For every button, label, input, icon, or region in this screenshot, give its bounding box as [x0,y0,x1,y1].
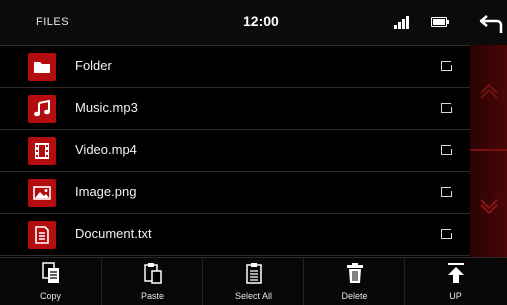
bottom-toolbar: Copy Paste Select All Delete UP [0,257,507,305]
select-checkbox[interactable] [441,61,452,71]
chevron-up-icon [480,83,498,99]
paste-label: Paste [140,291,164,301]
up-button[interactable]: UP [404,258,507,305]
chevron-down-icon [480,199,498,215]
app-title: FILES [36,16,70,28]
up-arrow-icon [448,263,464,283]
list-item[interactable]: Video.mp4 [0,130,470,172]
scroll-up-button[interactable] [470,45,507,149]
select-all-label: Select All [234,291,273,301]
delete-label: Delete [341,291,368,301]
list-item[interactable]: Image.png [0,172,470,214]
paste-button[interactable]: Paste [101,258,203,305]
select-checkbox[interactable] [441,145,452,155]
scroll-down-button[interactable] [470,151,507,255]
file-name: Document.txt [75,226,152,241]
scroll-panel [470,45,507,257]
film-icon [28,137,56,165]
delete-button[interactable]: Delete [303,258,405,305]
trash-icon [347,263,363,283]
image-icon [28,179,56,207]
copy-label: Copy [39,291,61,301]
copy-button[interactable]: Copy [0,258,101,305]
battery-icon [431,17,449,27]
signal-icon [394,15,412,29]
list-item[interactable]: Document.txt [0,214,470,256]
back-arrow-icon [479,15,503,33]
select-checkbox[interactable] [441,187,452,197]
file-name: Music.mp3 [75,100,138,115]
select-all-button[interactable]: Select All [202,258,304,305]
file-name: Image.png [75,184,137,199]
list-item[interactable]: Music.mp3 [0,88,470,130]
clock: 12:00 [243,13,279,29]
list-item[interactable]: Folder [0,45,470,88]
file-list: Folder Music.mp3 Video.mp4 Image.png Doc… [0,45,470,257]
up-label: UP [449,291,462,301]
music-note-icon [28,95,56,123]
document-icon [28,221,56,249]
folder-icon [28,53,56,81]
file-name: Video.mp4 [75,142,137,157]
copy-icon [42,262,59,283]
file-name: Folder [75,58,112,73]
back-button[interactable] [478,10,504,36]
status-bar: FILES 12:00 [0,0,507,45]
paste-icon [144,263,162,284]
select-checkbox[interactable] [441,229,452,239]
select-checkbox[interactable] [441,103,452,113]
clipboard-list-icon [246,263,262,284]
